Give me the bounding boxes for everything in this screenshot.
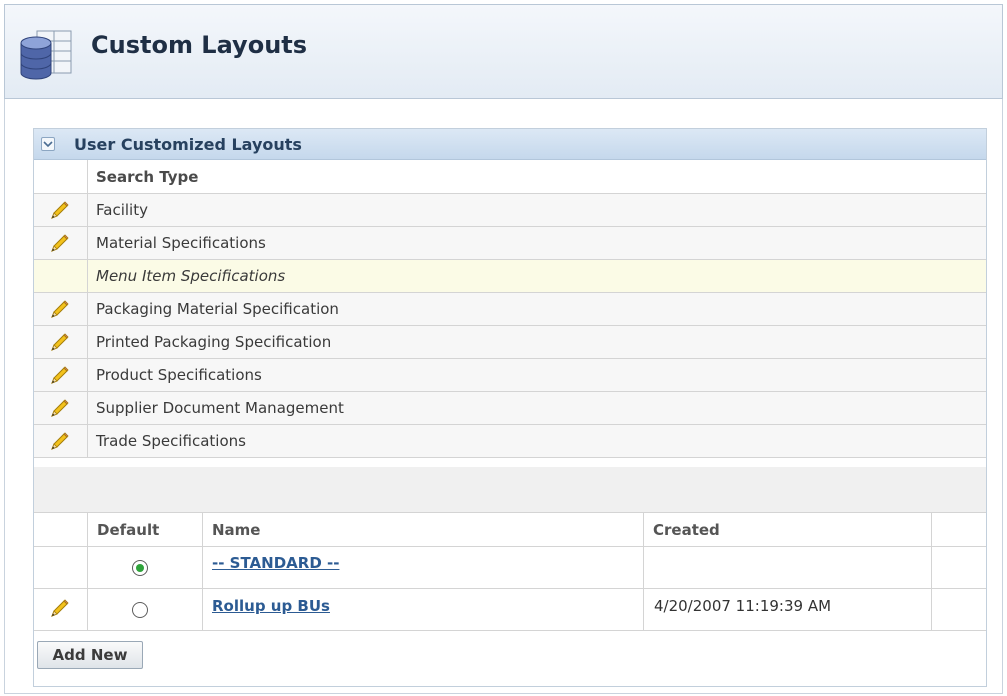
pencil-edit-icon[interactable] bbox=[48, 201, 70, 221]
layouts-table: Default Name Created -- STANDARD -- Roll… bbox=[34, 513, 986, 631]
pencil-edit-icon[interactable] bbox=[48, 599, 70, 619]
pencil-edit-icon[interactable] bbox=[48, 300, 70, 320]
pencil-edit-icon[interactable] bbox=[48, 333, 70, 353]
search-type-label: Trade Specifications bbox=[96, 432, 246, 450]
layouts-header-row: Default Name Created bbox=[34, 513, 986, 547]
add-new-button[interactable]: Add New bbox=[37, 641, 143, 669]
table-row[interactable]: Facility bbox=[34, 194, 986, 227]
pencil-edit-icon[interactable] bbox=[48, 432, 70, 452]
chevron-down-icon bbox=[43, 141, 53, 148]
page-title: Custom Layouts bbox=[91, 31, 308, 59]
search-type-label: Material Specifications bbox=[96, 234, 266, 252]
created-column-header: Created bbox=[653, 521, 720, 539]
table-row: Rollup up BUs 4/20/2007 11:19:39 AM bbox=[34, 589, 986, 631]
search-type-label: Printed Packaging Specification bbox=[96, 333, 332, 351]
pencil-edit-icon[interactable] bbox=[48, 399, 70, 419]
panel-header: User Customized Layouts bbox=[34, 129, 986, 160]
search-type-label: Packaging Material Specification bbox=[96, 300, 339, 318]
table-row[interactable]: Menu Item Specifications bbox=[34, 260, 986, 293]
pencil-edit-icon[interactable] bbox=[48, 366, 70, 386]
search-type-label: Product Specifications bbox=[96, 366, 262, 384]
table-row: -- STANDARD -- bbox=[34, 547, 986, 589]
spacer bbox=[34, 467, 986, 513]
default-radio-rollup[interactable] bbox=[132, 602, 148, 618]
table-row[interactable]: Material Specifications bbox=[34, 227, 986, 260]
pencil-edit-icon[interactable] bbox=[48, 234, 70, 254]
table-row[interactable]: Trade Specifications bbox=[34, 425, 986, 458]
search-type-label: Facility bbox=[96, 201, 148, 219]
radio-selected-dot bbox=[136, 564, 144, 572]
layout-link-rollup[interactable]: Rollup up BUs bbox=[212, 597, 330, 615]
default-radio-standard[interactable] bbox=[132, 560, 148, 576]
created-date: 4/20/2007 11:19:39 AM bbox=[654, 597, 832, 615]
search-type-table: Search Type Facility Material Specificati… bbox=[34, 160, 986, 458]
search-type-header: Search Type bbox=[96, 168, 199, 186]
table-row[interactable]: Printed Packaging Specification bbox=[34, 326, 986, 359]
table-row[interactable]: Product Specifications bbox=[34, 359, 986, 392]
name-column-header: Name bbox=[212, 521, 261, 539]
panel-title: User Customized Layouts bbox=[74, 135, 302, 154]
database-table-icon bbox=[20, 30, 72, 80]
table-header-row: Search Type bbox=[34, 160, 986, 194]
layout-link-standard[interactable]: -- STANDARD -- bbox=[212, 554, 339, 572]
table-row[interactable]: Supplier Document Management bbox=[34, 392, 986, 425]
collapse-toggle[interactable] bbox=[41, 137, 55, 151]
table-row[interactable]: Packaging Material Specification bbox=[34, 293, 986, 326]
search-type-label: Menu Item Specifications bbox=[96, 267, 286, 285]
page-header: Custom Layouts bbox=[4, 4, 1003, 99]
user-customized-layouts-panel: User Customized Layouts Search Type Faci… bbox=[33, 128, 987, 687]
search-type-label: Supplier Document Management bbox=[96, 399, 344, 417]
default-column-header: Default bbox=[97, 521, 160, 539]
